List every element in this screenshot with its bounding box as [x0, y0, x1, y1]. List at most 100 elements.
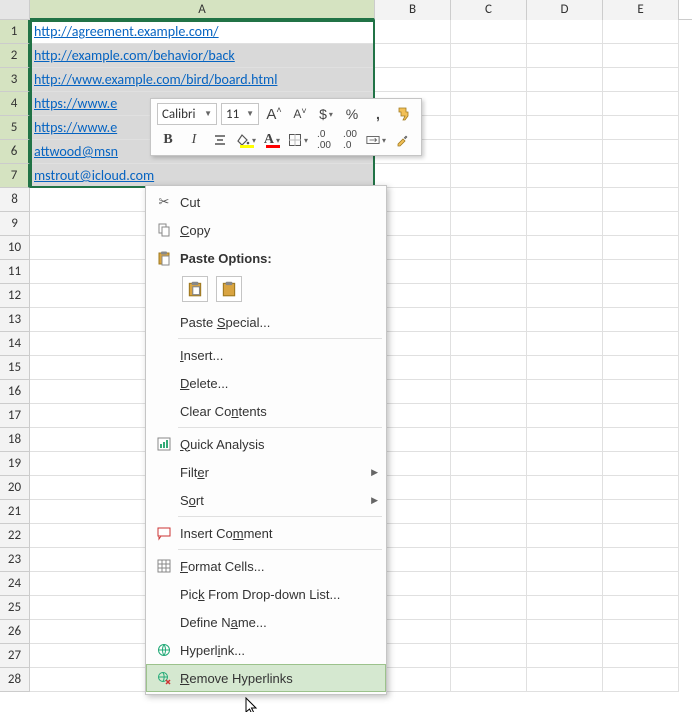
row-header-5[interactable]: 5 [0, 116, 30, 140]
cell-C7[interactable] [451, 164, 527, 188]
row-header-11[interactable]: 11 [0, 260, 30, 284]
paste-default-button[interactable] [182, 276, 208, 302]
cell-C5[interactable] [451, 116, 527, 140]
cell-D1[interactable] [527, 20, 603, 44]
format-painter-button[interactable] [393, 103, 415, 125]
cell-D16[interactable] [527, 380, 603, 404]
col-header-D[interactable]: D [527, 0, 603, 20]
row-header-20[interactable]: 20 [0, 476, 30, 500]
cell-E20[interactable] [603, 476, 679, 500]
row-header-25[interactable]: 25 [0, 596, 30, 620]
row-header-6[interactable]: 6 [0, 140, 30, 164]
cell-C14[interactable] [451, 332, 527, 356]
font-size-combo[interactable]: 11 ▼ [221, 103, 259, 125]
cm-remove-hyperlinks[interactable]: Remove Hyperlinks [146, 664, 386, 692]
cell-C2[interactable] [451, 44, 527, 68]
cell-D6[interactable] [527, 140, 603, 164]
shrink-font-button[interactable]: A˅ [289, 103, 311, 125]
cell-D28[interactable] [527, 668, 603, 692]
cell-E16[interactable] [603, 380, 679, 404]
row-header-14[interactable]: 14 [0, 332, 30, 356]
cell-D22[interactable] [527, 524, 603, 548]
row-header-21[interactable]: 21 [0, 500, 30, 524]
cell-D23[interactable] [527, 548, 603, 572]
paste-values-button[interactable] [216, 276, 242, 302]
cell-E23[interactable] [603, 548, 679, 572]
cell-E8[interactable] [603, 188, 679, 212]
cm-delete[interactable]: Delete... [146, 369, 386, 397]
cm-paste-special[interactable]: Paste Special... [146, 308, 386, 336]
cell-D24[interactable] [527, 572, 603, 596]
row-header-4[interactable]: 4 [0, 92, 30, 116]
italic-button[interactable]: I [183, 129, 205, 151]
cell-E6[interactable] [603, 140, 679, 164]
cell-C11[interactable] [451, 260, 527, 284]
cell-D19[interactable] [527, 452, 603, 476]
cell-E15[interactable] [603, 356, 679, 380]
fill-color-button[interactable]: ▾ [235, 129, 257, 151]
cell-D10[interactable] [527, 236, 603, 260]
merge-center-button[interactable]: ▾ [365, 129, 387, 151]
cell-C3[interactable] [451, 68, 527, 92]
row-header-22[interactable]: 22 [0, 524, 30, 548]
cell-D20[interactable] [527, 476, 603, 500]
row-header-9[interactable]: 9 [0, 212, 30, 236]
cell-D5[interactable] [527, 116, 603, 140]
cell-D26[interactable] [527, 620, 603, 644]
row-header-23[interactable]: 23 [0, 548, 30, 572]
cm-insert-comment[interactable]: Insert Comment [146, 519, 386, 547]
percent-format-button[interactable]: % [341, 103, 363, 125]
font-name-combo[interactable]: Calibri ▼ [157, 103, 217, 125]
cell-C18[interactable] [451, 428, 527, 452]
cell-C26[interactable] [451, 620, 527, 644]
cell-C27[interactable] [451, 644, 527, 668]
cell-C25[interactable] [451, 596, 527, 620]
row-header-7[interactable]: 7 [0, 164, 30, 188]
cell-C17[interactable] [451, 404, 527, 428]
cell-D9[interactable] [527, 212, 603, 236]
cell-C28[interactable] [451, 668, 527, 692]
cell-E28[interactable] [603, 668, 679, 692]
cell-D8[interactable] [527, 188, 603, 212]
col-header-C[interactable]: C [451, 0, 527, 20]
row-header-15[interactable]: 15 [0, 356, 30, 380]
cell-D14[interactable] [527, 332, 603, 356]
cell-C1[interactable] [451, 20, 527, 44]
cell-C6[interactable] [451, 140, 527, 164]
col-header-B[interactable]: B [375, 0, 451, 20]
cell-E14[interactable] [603, 332, 679, 356]
font-color-button[interactable]: A ▾ [261, 129, 283, 151]
cell-B1[interactable] [375, 20, 451, 44]
cell-E10[interactable] [603, 236, 679, 260]
cell-D7[interactable] [527, 164, 603, 188]
cell-A1[interactable]: http://agreement.example.com/ [30, 20, 375, 44]
row-header-17[interactable]: 17 [0, 404, 30, 428]
format-painter-brush[interactable] [391, 129, 413, 151]
cm-clear-contents[interactable]: Clear Contents [146, 397, 386, 425]
cm-define-name[interactable]: Define Name... [146, 608, 386, 636]
center-align-button[interactable] [209, 129, 231, 151]
col-header-E[interactable]: E [603, 0, 679, 20]
cell-D2[interactable] [527, 44, 603, 68]
row-header-8[interactable]: 8 [0, 188, 30, 212]
row-header-28[interactable]: 28 [0, 668, 30, 692]
cm-hyperlink[interactable]: Hyperlink... [146, 636, 386, 664]
cell-B2[interactable] [375, 44, 451, 68]
row-header-12[interactable]: 12 [0, 284, 30, 308]
cell-E3[interactable] [603, 68, 679, 92]
cell-E25[interactable] [603, 596, 679, 620]
cell-D25[interactable] [527, 596, 603, 620]
cell-E18[interactable] [603, 428, 679, 452]
row-header-1[interactable]: 1 [0, 20, 30, 44]
cm-filter[interactable]: Filter ▶ [146, 458, 386, 486]
cell-D12[interactable] [527, 284, 603, 308]
cm-sort[interactable]: Sort ▶ [146, 486, 386, 514]
cell-C8[interactable] [451, 188, 527, 212]
cell-E12[interactable] [603, 284, 679, 308]
cell-C4[interactable] [451, 92, 527, 116]
cell-D15[interactable] [527, 356, 603, 380]
bold-button[interactable]: B [157, 129, 179, 151]
cell-C23[interactable] [451, 548, 527, 572]
cell-E17[interactable] [603, 404, 679, 428]
row-header-13[interactable]: 13 [0, 308, 30, 332]
